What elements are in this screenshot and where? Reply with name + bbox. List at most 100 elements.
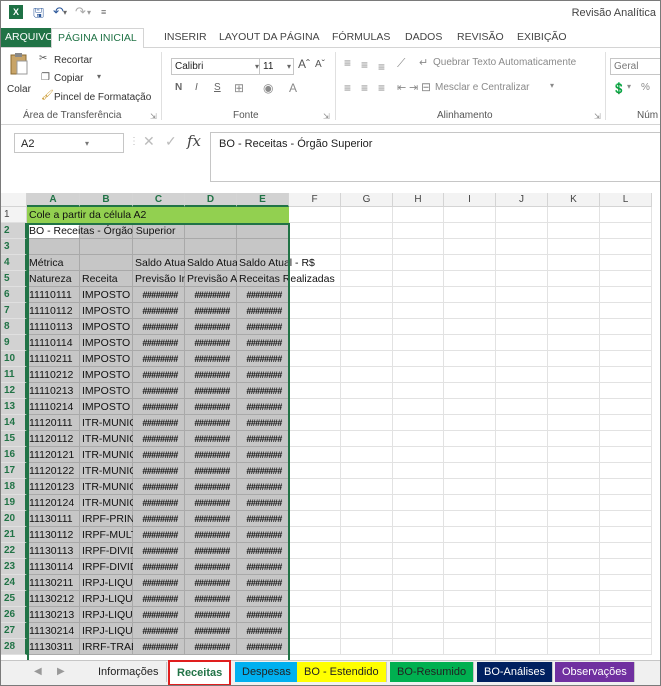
row-header-2[interactable]: 2: [1, 223, 27, 239]
cell-hash-value[interactable]: ########: [185, 623, 237, 639]
tab-pagina-inicial[interactable]: PÁGINA INICIAL: [51, 28, 144, 49]
grid-cell[interactable]: [600, 511, 652, 527]
grid-cell[interactable]: [548, 527, 600, 543]
grid-cell[interactable]: [600, 271, 652, 287]
row-header-19[interactable]: 19: [1, 495, 27, 511]
cell-hash-value[interactable]: ########: [237, 511, 289, 527]
grid-cell[interactable]: [341, 495, 393, 511]
grid-cell[interactable]: [600, 223, 652, 239]
grid-cell[interactable]: [341, 303, 393, 319]
cell-receita[interactable]: IMPOSTO: [80, 399, 133, 415]
grid-cell[interactable]: [496, 431, 548, 447]
sheet-tab-despesas[interactable]: Despesas: [235, 662, 299, 682]
grid-cell[interactable]: [393, 511, 444, 527]
grid-cell[interactable]: [548, 607, 600, 623]
grid-cell[interactable]: [289, 431, 341, 447]
grow-font-icon[interactable]: Aˆ: [298, 57, 310, 71]
grid-cell[interactable]: [548, 415, 600, 431]
cell-hash-value[interactable]: ########: [185, 335, 237, 351]
grid-cell[interactable]: [341, 223, 393, 239]
grid-cell[interactable]: [600, 287, 652, 303]
cell-hash-value[interactable]: ########: [237, 639, 289, 655]
sheet-tab-informa-es[interactable]: Informações: [91, 662, 167, 682]
cell-natureza[interactable]: 11110114: [27, 335, 80, 351]
cell-hash-value[interactable]: ########: [185, 511, 237, 527]
grid-cell[interactable]: [600, 543, 652, 559]
row-header-22[interactable]: 22: [1, 543, 27, 559]
grid-cell[interactable]: [444, 559, 496, 575]
cell-hash-value[interactable]: ########: [185, 351, 237, 367]
grid-cell[interactable]: [444, 543, 496, 559]
grid-cell[interactable]: [341, 383, 393, 399]
cell-receita[interactable]: IRPJ-LIQUIDO: [80, 607, 133, 623]
grid-cell[interactable]: [600, 463, 652, 479]
grid-cell[interactable]: [393, 591, 444, 607]
cell-receita[interactable]: ITR-MUNICIPAL: [80, 415, 133, 431]
currency-dropdown-icon[interactable]: ▾: [627, 82, 631, 91]
clipboard-launcher-icon[interactable]: ⇲: [150, 112, 157, 121]
column-header-e[interactable]: E: [237, 193, 289, 207]
row-header-15[interactable]: 15: [1, 431, 27, 447]
cell-hash-value[interactable]: ########: [133, 575, 185, 591]
paintbrush-icon[interactable]: 🖌: [41, 90, 54, 101]
percent-button[interactable]: %: [641, 82, 650, 93]
grid-cell[interactable]: [289, 239, 341, 255]
cell-hash-value[interactable]: ########: [185, 591, 237, 607]
cut-button[interactable]: Recortar: [54, 55, 92, 66]
grid-cell[interactable]: [289, 607, 341, 623]
grid-cell[interactable]: [548, 559, 600, 575]
cell-hash-value[interactable]: ########: [185, 367, 237, 383]
cell-receita[interactable]: IRPJ-LIQUIDO: [80, 623, 133, 639]
grid-cell[interactable]: [548, 367, 600, 383]
cell-hash-value[interactable]: ########: [237, 431, 289, 447]
cell-hash-value[interactable]: ########: [237, 399, 289, 415]
grid-cell[interactable]: [289, 287, 341, 303]
grid-cell[interactable]: [393, 559, 444, 575]
row-header-8[interactable]: 8: [1, 319, 27, 335]
row-header-14[interactable]: 14: [1, 415, 27, 431]
cell-hash-value[interactable]: ########: [185, 559, 237, 575]
grid-cell[interactable]: [341, 415, 393, 431]
scissors-icon[interactable]: ✂: [39, 53, 47, 64]
grid-cell[interactable]: [289, 303, 341, 319]
grid-cell[interactable]: [600, 639, 652, 655]
cell-hash-value[interactable]: ########: [185, 479, 237, 495]
cell-hash-value[interactable]: ########: [185, 639, 237, 655]
grid-cell[interactable]: [444, 511, 496, 527]
row-header-7[interactable]: 7: [1, 303, 27, 319]
insert-function-icon[interactable]: fx: [187, 132, 201, 150]
cell-hash-value[interactable]: ########: [133, 447, 185, 463]
grid-cell[interactable]: [393, 207, 444, 223]
align-right-icon[interactable]: ≡: [378, 81, 385, 95]
grid-cell[interactable]: [444, 415, 496, 431]
grid-cell[interactable]: [341, 207, 393, 223]
cell-hash-value[interactable]: ########: [185, 575, 237, 591]
grid-cell[interactable]: [444, 639, 496, 655]
wrap-text-button[interactable]: Quebrar Texto Automaticamente: [433, 57, 576, 68]
grid-cell[interactable]: [548, 319, 600, 335]
grid-cell[interactable]: [341, 527, 393, 543]
grid-cell[interactable]: [600, 319, 652, 335]
cell-natureza[interactable]: 11130311: [27, 639, 80, 655]
grid-cell[interactable]: [548, 271, 600, 287]
grid-cell[interactable]: [496, 543, 548, 559]
cell-hash-value[interactable]: ########: [185, 527, 237, 543]
name-box[interactable]: A2 ▾: [14, 133, 124, 153]
grid-cell[interactable]: [496, 527, 548, 543]
cell-hash-value[interactable]: ########: [237, 287, 289, 303]
cell-receita[interactable]: ITR-MUNICIPAL: [80, 447, 133, 463]
grid-cell[interactable]: [496, 591, 548, 607]
cell-natureza[interactable]: 11120112: [27, 431, 80, 447]
grid-cell[interactable]: [548, 511, 600, 527]
alignment-launcher-icon[interactable]: ⇲: [594, 112, 601, 121]
shrink-font-icon[interactable]: Aˇ: [315, 59, 325, 70]
align-middle-icon[interactable]: ≡: [361, 58, 368, 72]
cell-hash-value[interactable]: ########: [185, 399, 237, 415]
grid-cell[interactable]: [341, 591, 393, 607]
cell-receita[interactable]: IMPOSTO: [80, 383, 133, 399]
grid-cell[interactable]: [341, 639, 393, 655]
grid-cell[interactable]: [341, 543, 393, 559]
grid-cell[interactable]: [393, 623, 444, 639]
grid-cell[interactable]: [289, 447, 341, 463]
grid-cell[interactable]: [289, 559, 341, 575]
